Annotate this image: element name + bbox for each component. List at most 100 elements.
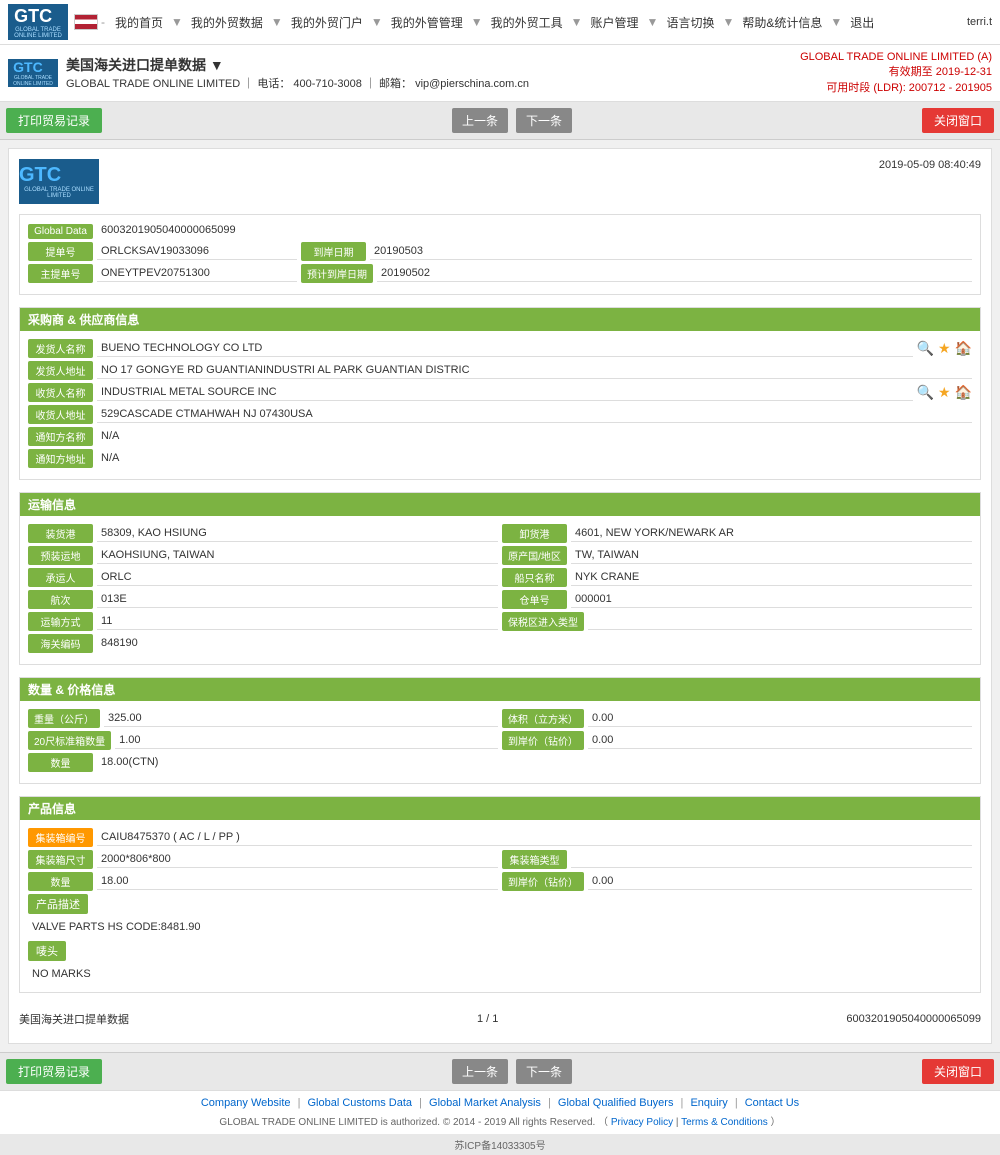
- quantity-row: 数量 18.00(CTN): [28, 753, 972, 772]
- notify-addr-row: 通知方地址 N/A: [28, 449, 972, 468]
- origin-port-value: 58309, KAO HSIUNG: [97, 526, 498, 542]
- container-no-label: 仓单号: [502, 590, 567, 609]
- arrival-price-label: 到岸价（钻价）: [502, 731, 584, 750]
- company-contact: GLOBAL TRADE ONLINE LIMITED ｜ 电话： 400-71…: [66, 75, 529, 91]
- product-qty-label: 数量: [28, 872, 93, 891]
- close-button[interactable]: 关闭窗口: [922, 108, 994, 133]
- notify-name-row: 通知方名称 N/A: [28, 427, 972, 446]
- volume-label: 体积（立方米）: [502, 709, 584, 728]
- product-section-header: 产品信息: [20, 797, 980, 820]
- shipper-home-icon[interactable]: 🏠: [955, 340, 972, 357]
- company-logo: GTC GLOBAL TRADEONLINE LIMITED: [8, 59, 58, 87]
- ports-row: 装货港 58309, KAO HSIUNG 卸货港 4601, NEW YORK…: [28, 524, 972, 543]
- user-info: terri.t: [967, 16, 992, 28]
- nav-forex[interactable]: 我的外管管理: [387, 12, 467, 33]
- shipper-section-header: 采购商 & 供应商信息: [20, 308, 980, 331]
- shipper-name-value: BUENO TECHNOLOGY CO LTD: [97, 341, 913, 357]
- consignee-search-icon[interactable]: 🔍: [917, 384, 934, 401]
- pagination-page: 1 / 1: [477, 1013, 498, 1025]
- loading-place-label: 预装运地: [28, 546, 93, 565]
- transport-mode-value: 11: [97, 614, 498, 630]
- notify-addr-value: N/A: [97, 451, 972, 467]
- weight-label: 重量（公斤）: [28, 709, 100, 728]
- global-data-section: Global Data 6003201905040000065099 提单号 O…: [19, 214, 981, 295]
- container-no-row: 集装箱编号 CAIU8475370 ( AC / L / PP ): [28, 828, 972, 847]
- container20-value: 1.00: [115, 733, 498, 749]
- container-no-value: CAIU8475370 ( AC / L / PP ): [97, 830, 972, 846]
- marks-value: NO MARKS: [28, 964, 972, 984]
- license-info: GLOBAL TRADE ONLINE LIMITED (A) 有效期至 201…: [800, 51, 992, 95]
- container-type-value: [571, 852, 972, 868]
- pagination-source: 美国海关进口提单数据: [19, 1011, 129, 1027]
- nav-help[interactable]: 帮助&统计信息: [738, 12, 826, 33]
- nav-trade-data[interactable]: 我的外贸数据: [187, 12, 267, 33]
- transport-mode-label: 运输方式: [28, 612, 93, 631]
- print-button[interactable]: 打印贸易记录: [6, 108, 102, 133]
- notify-name-label: 通知方名称: [28, 427, 93, 446]
- product-section: 产品信息 集装箱编号 CAIU8475370 ( AC / L / PP ) 集…: [19, 796, 981, 993]
- origin-country-value: TW, TAIWAN: [571, 548, 972, 564]
- footer-link-customs[interactable]: Global Customs Data: [308, 1097, 413, 1109]
- footer-privacy-link[interactable]: Privacy Policy: [611, 1117, 673, 1128]
- nav-tools[interactable]: 我的外贸工具: [487, 12, 567, 33]
- container-size-value: 2000*806*800: [97, 852, 498, 868]
- dest-port-label: 卸货港: [502, 524, 567, 543]
- carrier-label: 承运人: [28, 568, 93, 587]
- footer-link-buyers[interactable]: Global Qualified Buyers: [558, 1097, 674, 1109]
- flag-separator: -: [101, 15, 105, 29]
- origin-port-label: 装货港: [28, 524, 93, 543]
- consignee-addr-label: 收货人地址: [28, 405, 93, 424]
- doc-timestamp: 2019-05-09 08:40:49: [879, 159, 981, 171]
- container20-label: 20尺标准箱数量: [28, 731, 111, 750]
- quantity-section-header: 数量 & 价格信息: [20, 678, 980, 701]
- nav-trade-portal[interactable]: 我的外贸门户: [287, 12, 367, 33]
- shipper-star-icon[interactable]: ★: [938, 340, 951, 357]
- consignee-addr-value: 529CASCADE CTMAHWAH NJ 07430USA: [97, 407, 972, 423]
- consignee-star-icon[interactable]: ★: [938, 384, 951, 401]
- customs-label: 海关编码: [28, 634, 93, 653]
- footer-link-contact[interactable]: Contact Us: [745, 1097, 799, 1109]
- pagination-record: 6003201905040000065099: [846, 1013, 981, 1025]
- container-size-label: 集装箱尺寸: [28, 850, 93, 869]
- consignee-addr-row: 收货人地址 529CASCADE CTMAHWAH NJ 07430USA: [28, 405, 972, 424]
- shipper-search-icon[interactable]: 🔍: [917, 340, 934, 357]
- bottom-next-button[interactable]: 下一条: [516, 1059, 572, 1084]
- container-no-label: 集装箱编号: [28, 828, 93, 847]
- desc-section-row: 产品描述: [28, 894, 972, 914]
- nav-account[interactable]: 账户管理: [587, 12, 643, 33]
- carrier-value: ORLC: [97, 570, 498, 586]
- footer-link-market[interactable]: Global Market Analysis: [429, 1097, 541, 1109]
- bottom-prev-button[interactable]: 上一条: [452, 1059, 508, 1084]
- arrival-price-value: 0.00: [588, 733, 972, 749]
- container20-price-row: 20尺标准箱数量 1.00 到岸价（钻价） 0.00: [28, 731, 972, 750]
- nav-logout[interactable]: 退出: [846, 12, 878, 33]
- global-data-label: Global Data: [28, 224, 93, 239]
- footer-link-enquiry[interactable]: Enquiry: [690, 1097, 727, 1109]
- footer-link-company[interactable]: Company Website: [201, 1097, 291, 1109]
- logo: GTC GLOBAL TRADEONLINE LIMITED: [8, 4, 68, 40]
- footer-terms-link[interactable]: Terms & Conditions: [681, 1117, 768, 1128]
- container-size-type-row: 集装箱尺寸 2000*806*800 集装箱类型: [28, 850, 972, 869]
- carrier-vessel-row: 承运人 ORLC 船只名称 NYK CRANE: [28, 568, 972, 587]
- doc-header: GTC GLOBAL TRADE ONLINE LIMITED 2019-05-…: [19, 159, 981, 204]
- shipper-addr-value: NO 17 GONGYE RD GUANTIANINDUSTRI AL PARK…: [97, 363, 972, 379]
- consignee-home-icon[interactable]: 🏠: [955, 384, 972, 401]
- nav-lang[interactable]: 语言切换: [662, 12, 718, 33]
- next-button[interactable]: 下一条: [516, 108, 572, 133]
- bottom-print-button[interactable]: 打印贸易记录: [6, 1059, 102, 1084]
- voyage-container-row: 航次 013E 仓单号 000001: [28, 590, 972, 609]
- shipper-section: 采购商 & 供应商信息 发货人名称 BUENO TECHNOLOGY CO LT…: [19, 307, 981, 480]
- prev-button[interactable]: 上一条: [452, 108, 508, 133]
- footer: Company Website | Global Customs Data | …: [0, 1090, 1000, 1134]
- est-arrival-label: 预计到岸日期: [301, 264, 373, 283]
- quantity-section: 数量 & 价格信息 重量（公斤） 325.00 体积（立方米） 0.00 20尺…: [19, 677, 981, 784]
- arrival-date-label: 到岸日期: [301, 242, 366, 261]
- voyage-value: 013E: [97, 592, 498, 608]
- nav-home[interactable]: 我的首页: [111, 12, 167, 33]
- bottom-close-button[interactable]: 关闭窗口: [922, 1059, 994, 1084]
- customs-row: 海关编码 848190: [28, 634, 972, 653]
- shipper-addr-row: 发货人地址 NO 17 GONGYE RD GUANTIANINDUSTRI A…: [28, 361, 972, 380]
- quantity-value: 18.00(CTN): [97, 755, 972, 771]
- weight-volume-row: 重量（公斤） 325.00 体积（立方米） 0.00: [28, 709, 972, 728]
- consignee-name-label: 收货人名称: [28, 383, 93, 402]
